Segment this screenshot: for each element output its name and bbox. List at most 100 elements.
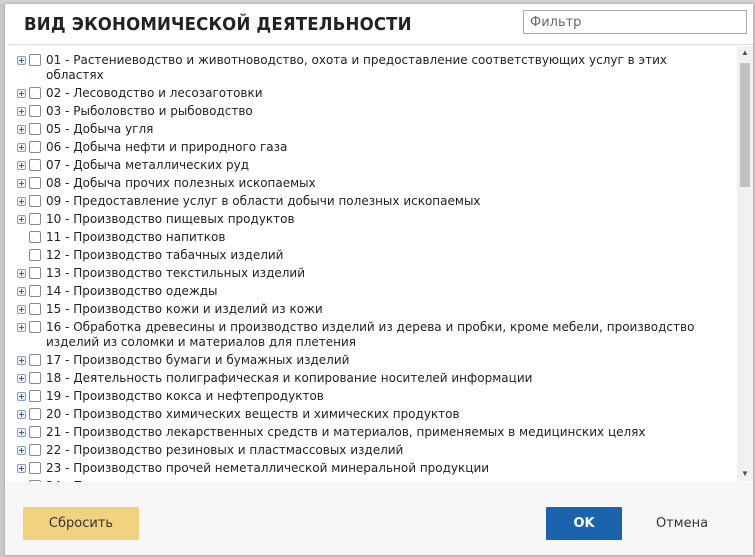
item-checkbox[interactable]	[29, 231, 41, 243]
item-checkbox[interactable]	[29, 87, 41, 99]
expand-plus-icon[interactable]	[17, 179, 26, 188]
expand-plus-icon[interactable]	[17, 107, 26, 116]
item-checkbox[interactable]	[29, 462, 41, 474]
item-label: 08 - Добыча прочих полезных ископаемых	[46, 176, 316, 190]
item-label: 21 - Производство лекарственных средств …	[46, 425, 646, 439]
item-label: 03 - Рыболовство и рыбоводство	[46, 104, 253, 118]
scroll-down-arrow-icon[interactable]: ▼	[737, 467, 753, 481]
list-item[interactable]: 23 - Производство прочей неметаллической…	[8, 461, 736, 476]
scroll-up-arrow-icon[interactable]: ▲	[737, 46, 753, 60]
item-label: 19 - Производство кокса и нефтепродуктов	[46, 389, 324, 403]
item-checkbox[interactable]	[29, 354, 41, 366]
list-item[interactable]: 08 - Добыча прочих полезных ископаемых	[8, 176, 736, 191]
item-label: 12 - Производство табачных изделий	[46, 248, 284, 262]
vertical-scrollbar[interactable]: ▲ ▼	[737, 46, 753, 481]
expand-plus-icon[interactable]	[17, 410, 26, 419]
expand-plus-icon[interactable]	[17, 161, 26, 170]
list-item[interactable]: 01 - Растениеводство и животноводство, о…	[8, 53, 736, 83]
item-label: 18 - Деятельность полиграфическая и копи…	[46, 371, 533, 385]
expand-plus-icon[interactable]	[17, 287, 26, 296]
item-checkbox[interactable]	[29, 177, 41, 189]
item-checkbox[interactable]	[29, 285, 41, 297]
list-item[interactable]: 02 - Лесоводство и лесозаготовки	[8, 86, 736, 101]
list-item[interactable]: 14 - Производство одежды	[8, 284, 736, 299]
expand-plus-icon[interactable]	[17, 143, 26, 152]
expand-plus-icon[interactable]	[17, 215, 26, 224]
item-label: 14 - Производство одежды	[46, 284, 218, 298]
item-checkbox[interactable]	[29, 267, 41, 279]
list-item[interactable]: 15 - Производство кожи и изделий из кожи	[8, 302, 736, 317]
expand-plus-icon[interactable]	[17, 305, 26, 314]
item-checkbox[interactable]	[29, 54, 41, 66]
expand-plus-icon[interactable]	[17, 125, 26, 134]
activity-type-dialog: ВИД ЭКОНОМИЧЕСКОЙ ДЕЯТЕЛЬНОСТИ 01 - Раст…	[5, 4, 753, 555]
activity-list-container: 01 - Растениеводство и животноводство, о…	[8, 44, 753, 483]
list-item[interactable]: 19 - Производство кокса и нефтепродуктов	[8, 389, 736, 404]
list-item[interactable]: 06 - Добыча нефти и природного газа	[8, 140, 736, 155]
list-item[interactable]: 22 - Производство резиновых и пластмассо…	[8, 443, 736, 458]
item-label: 13 - Производство текстильных изделий	[46, 266, 306, 280]
item-label: 09 - Предоставление услуг в области добы…	[46, 194, 481, 208]
expand-plus-icon[interactable]	[17, 446, 26, 455]
item-label: 22 - Производство резиновых и пластмассо…	[46, 443, 404, 457]
list-item[interactable]: 13 - Производство текстильных изделий	[8, 266, 736, 281]
item-label: 20 - Производство химических веществ и х…	[46, 407, 460, 421]
item-checkbox[interactable]	[29, 321, 41, 333]
item-checkbox[interactable]	[29, 249, 41, 261]
expand-plus-icon[interactable]	[17, 323, 26, 332]
expand-plus-icon[interactable]	[17, 89, 26, 98]
list-item[interactable]: 10 - Производство пищевых продуктов	[8, 212, 736, 227]
item-checkbox[interactable]	[29, 390, 41, 402]
list-item[interactable]: 12 - Производство табачных изделий	[8, 248, 736, 263]
expand-plus-icon[interactable]	[17, 197, 26, 206]
item-checkbox[interactable]	[29, 303, 41, 315]
item-checkbox[interactable]	[29, 426, 41, 438]
item-checkbox[interactable]	[29, 105, 41, 117]
list-item[interactable]: 20 - Производство химических веществ и х…	[8, 407, 736, 422]
list-item[interactable]: 17 - Производство бумаги и бумажных изде…	[8, 353, 736, 368]
item-checkbox[interactable]	[29, 195, 41, 207]
item-label: 17 - Производство бумаги и бумажных изде…	[46, 353, 350, 367]
item-checkbox[interactable]	[29, 444, 41, 456]
list-item[interactable]: 18 - Деятельность полиграфическая и копи…	[8, 371, 736, 386]
item-checkbox[interactable]	[29, 408, 41, 420]
filter-input[interactable]	[523, 10, 747, 34]
item-label: 16 - Обработка древесины и производство …	[46, 320, 695, 349]
dialog-footer: Сбросить OK Отмена	[5, 482, 753, 555]
expand-plus-icon[interactable]	[17, 464, 26, 473]
item-label: 11 - Производство напитков	[46, 230, 226, 244]
list-item[interactable]: 21 - Производство лекарственных средств …	[8, 425, 736, 440]
dialog-title: ВИД ЭКОНОМИЧЕСКОЙ ДЕЯТЕЛЬНОСТИ	[24, 14, 412, 35]
expand-plus-icon[interactable]	[17, 56, 26, 65]
item-checkbox[interactable]	[29, 213, 41, 225]
item-checkbox[interactable]	[29, 123, 41, 135]
expand-plus-icon[interactable]	[17, 428, 26, 437]
item-label: 07 - Добыча металлических руд	[46, 158, 250, 172]
cancel-button[interactable]: Отмена	[627, 507, 737, 540]
ok-button[interactable]: OK	[546, 507, 622, 540]
item-label: 02 - Лесоводство и лесозаготовки	[46, 86, 263, 100]
item-label: 05 - Добыча угля	[46, 122, 154, 136]
item-label: 23 - Производство прочей неметаллической…	[46, 461, 490, 475]
item-checkbox[interactable]	[29, 159, 41, 171]
activity-list: 01 - Растениеводство и животноводство, о…	[8, 53, 736, 482]
item-label: 10 - Производство пищевых продуктов	[46, 212, 295, 226]
item-label: 06 - Добыча нефти и природного газа	[46, 140, 288, 154]
list-item[interactable]: 16 - Обработка древесины и производство …	[8, 320, 736, 350]
list-item[interactable]: 09 - Предоставление услуг в области добы…	[8, 194, 736, 209]
expand-plus-icon[interactable]	[17, 356, 26, 365]
list-item[interactable]: 07 - Добыча металлических руд	[8, 158, 736, 173]
expand-plus-icon[interactable]	[17, 374, 26, 383]
item-checkbox[interactable]	[29, 141, 41, 153]
expander-placeholder	[17, 251, 26, 260]
list-item[interactable]: 03 - Рыболовство и рыбоводство	[8, 104, 736, 119]
item-label: 15 - Производство кожи и изделий из кожи	[46, 302, 323, 316]
scroll-thumb[interactable]	[740, 63, 750, 187]
reset-button[interactable]: Сбросить	[23, 507, 139, 540]
list-item[interactable]: 11 - Производство напитков	[8, 230, 736, 245]
expander-placeholder	[17, 233, 26, 242]
item-checkbox[interactable]	[29, 372, 41, 384]
expand-plus-icon[interactable]	[17, 269, 26, 278]
expand-plus-icon[interactable]	[17, 392, 26, 401]
list-item[interactable]: 05 - Добыча угля	[8, 122, 736, 137]
